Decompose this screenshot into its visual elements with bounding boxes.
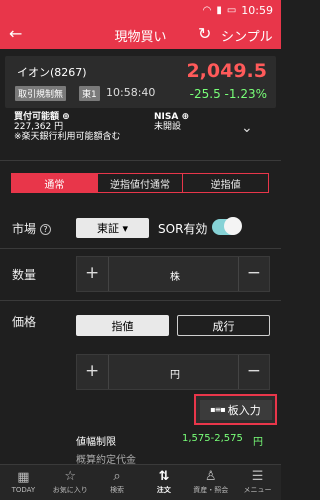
divider	[0, 160, 281, 161]
limit-order-button[interactable]: 指値	[76, 315, 169, 336]
board-input-label: 板入力	[227, 403, 261, 417]
stock-name: イオン(8267)	[17, 66, 87, 79]
divider	[0, 248, 281, 249]
search-icon: ⌕	[113, 469, 121, 484]
status-time: 10:59	[241, 3, 273, 17]
restriction-badge: 取引規制無	[15, 86, 67, 101]
buying-power: 買付可能額 ⊕ 227,362 円 ※楽天銀行利用可能額含む	[14, 112, 121, 142]
quote-time: 10:58:40	[106, 86, 156, 99]
tab-menu[interactable]: ☰ メニュー	[234, 465, 281, 500]
market-select[interactable]: 東証 ▾	[76, 218, 149, 238]
tab-search[interactable]: ⌕ 検索	[94, 465, 141, 500]
nisa-status: 未開設	[154, 122, 182, 132]
calendar-icon: ▦	[17, 470, 30, 485]
person-icon: ♙	[204, 469, 217, 484]
tab-normal[interactable]: 通常	[12, 174, 98, 192]
info-icon: ⊕	[181, 112, 190, 122]
price-stepper[interactable]: + 円 −	[76, 354, 270, 390]
tab-order[interactable]: ⇅ 注文	[140, 465, 187, 500]
help-icon[interactable]: ?	[40, 224, 52, 235]
sor-toggle-knob	[224, 217, 242, 235]
buying-power-label: 買付可能額	[14, 112, 60, 122]
tab-stop[interactable]: 逆指値	[183, 174, 268, 192]
minus-icon[interactable]: −	[247, 361, 261, 381]
buying-power-value: 227,362 円	[14, 122, 64, 132]
plus-icon[interactable]: +	[85, 263, 99, 283]
price-change: -25.5 -1.23%	[190, 87, 267, 101]
battery-icon: ▭	[226, 4, 237, 16]
menu-icon: ☰	[251, 469, 264, 484]
change-value: -25.5	[189, 87, 221, 101]
price-limit-unit: 円	[253, 437, 263, 448]
market-selected: 東証	[96, 222, 119, 235]
quantity-stepper[interactable]: + 株 −	[76, 256, 270, 292]
tab-favorites-label: お気に入り	[52, 486, 88, 494]
tab-order-label: 注文	[156, 486, 171, 494]
buying-power-note: ※楽天銀行利用可能額含む	[14, 132, 121, 142]
tab-favorites[interactable]: ☆ お気に入り	[47, 465, 94, 500]
divider	[0, 300, 281, 301]
price-limit-label: 値幅制限	[76, 437, 116, 448]
nisa-label: NISA	[154, 112, 179, 122]
bottom-tab-bar: ▦ TODAY ☆ お気に入り ⌕ 検索 ⇅ 注文 ♙ 資産・照会 ☰ メニュー	[0, 464, 281, 500]
order-type-tabs: 通常 逆指値付通常 逆指値	[11, 173, 269, 193]
stock-price: 2,049.5	[186, 60, 267, 82]
plus-icon[interactable]: +	[85, 361, 99, 381]
nisa-info: NISA ⊕ 未開設	[154, 112, 189, 132]
order-icon: ⇅	[158, 469, 170, 484]
tab-today[interactable]: ▦ TODAY	[0, 465, 47, 500]
tab-stop-with-normal[interactable]: 逆指値付通常	[98, 174, 184, 192]
stock-summary-card: イオン(8267) 2,049.5 取引規制無 東1 10:58:40 -25.…	[5, 56, 276, 108]
minus-icon[interactable]: −	[247, 263, 261, 283]
status-bar: ◠ ▮ ▭ 10:59	[0, 0, 281, 20]
market-order-button[interactable]: 成行	[177, 315, 270, 336]
tab-today-label: TODAY	[11, 486, 36, 494]
board-icon: ▪≡▪	[210, 405, 226, 414]
simple-mode-button[interactable]: シンプル	[221, 26, 273, 45]
separator	[108, 355, 109, 389]
market-badge: 東1	[79, 86, 100, 101]
price-label: 価格	[12, 315, 37, 329]
chevron-down-icon[interactable]: ⌄	[241, 120, 253, 136]
tab-assets-label: 資産・照会	[193, 486, 229, 494]
market-label: 市場?	[12, 220, 52, 237]
separator	[238, 257, 239, 291]
separator	[108, 257, 109, 291]
quantity-label: 数量	[12, 268, 37, 282]
board-input-button[interactable]: ▪≡▪ 板入力	[194, 394, 277, 425]
info-icon: ⊕	[62, 112, 70, 122]
sor-label: SOR有効	[158, 222, 208, 236]
market-label-text: 市場	[12, 222, 37, 236]
tab-search-label: 検索	[110, 486, 125, 494]
tab-assets[interactable]: ♙ 資産・照会	[187, 465, 234, 500]
price-unit: 円	[170, 370, 180, 381]
tab-menu-label: メニュー	[243, 486, 272, 494]
board-input-inner: ▪≡▪ 板入力	[199, 399, 272, 420]
refresh-icon[interactable]: ↻	[198, 24, 211, 43]
price-limit-value: 1,575-2,575	[182, 433, 243, 444]
change-percent: -1.23%	[224, 87, 267, 101]
quantity-unit: 株	[170, 272, 180, 283]
header: ← 現物買い ↻ シンプル	[0, 20, 281, 49]
separator	[238, 355, 239, 389]
signal-icon: ▮	[216, 4, 222, 16]
wifi-icon: ◠	[202, 4, 212, 16]
caret-down-icon: ▾	[122, 221, 129, 235]
star-icon: ☆	[64, 469, 77, 484]
